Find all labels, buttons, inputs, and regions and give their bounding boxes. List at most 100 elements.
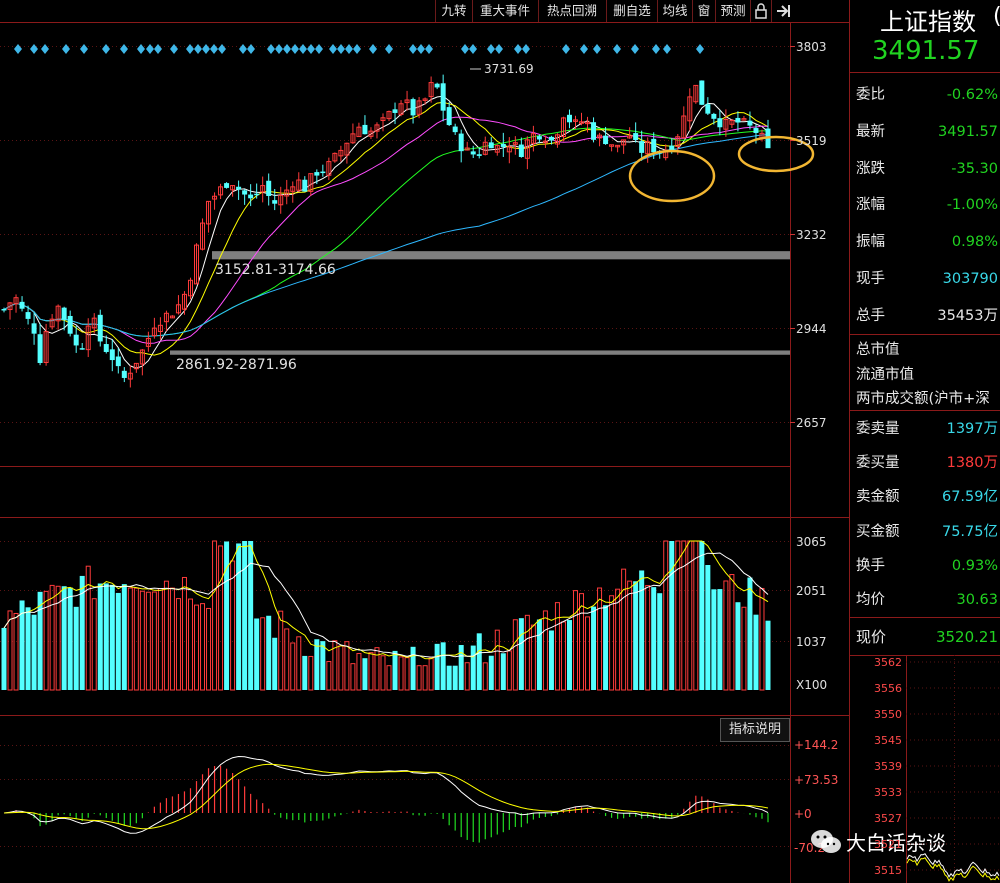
volume-bar — [717, 589, 723, 690]
support-label-upper: 3152.81-3174.66 — [215, 262, 336, 278]
volume-bar — [169, 587, 175, 691]
candle — [37, 323, 43, 366]
volume-bar — [410, 646, 416, 690]
candle — [169, 315, 175, 319]
lock-icon[interactable] — [750, 0, 771, 22]
toolbar-btn-jiuzhuan[interactable]: 九转 — [435, 0, 472, 22]
volume-bar — [566, 620, 572, 690]
volume-bar — [518, 618, 524, 690]
intraday-mini-chart[interactable]: 3562 3556 3550 3545 3539 3533 3527 3521 3515 — [850, 655, 1000, 883]
candle — [530, 125, 536, 152]
signal-diamond — [239, 44, 247, 54]
peak-label: 3731.69 — [484, 62, 534, 76]
volume-bar — [615, 588, 621, 691]
volume-bar — [302, 655, 308, 690]
candle — [627, 127, 633, 139]
candle — [200, 218, 206, 251]
toolbar-btn-major-events[interactable]: 重大事件 — [472, 0, 537, 22]
quote-row-label: 振幅 — [856, 234, 885, 251]
candle — [278, 186, 284, 214]
volume-bar — [73, 606, 79, 690]
signal-diamond — [514, 44, 522, 54]
indicator-help-button[interactable]: 指标说明 — [720, 718, 790, 742]
kline-chart[interactable]: 3731.69 3152.81-3174.66 2861.92-2871.96 … — [0, 0, 850, 883]
volume-bar — [61, 586, 67, 690]
quote-row-label: 卖金额 — [856, 489, 900, 506]
signal-diamond — [425, 44, 433, 54]
candle — [356, 122, 362, 138]
volume-bar — [115, 592, 121, 690]
volume-bar — [260, 617, 266, 691]
quote-row-value: -35.30 — [951, 160, 998, 177]
quote-row: 总手 35453万 — [850, 299, 1000, 334]
volume-bar — [139, 590, 145, 691]
quote-row: 振幅 0.98% — [850, 225, 1000, 260]
quote-row-value: 75.75亿 — [941, 523, 998, 540]
toolbar-btn-moving-average[interactable]: 均线 — [657, 0, 692, 22]
volume-bar — [458, 645, 464, 690]
volume-bar — [428, 657, 434, 691]
candle — [404, 90, 410, 111]
volume-bar — [753, 614, 759, 690]
support-band-upper — [212, 251, 790, 260]
candle — [747, 111, 753, 130]
volume-bar — [67, 587, 73, 690]
candle — [422, 97, 428, 105]
volume-bar — [362, 658, 368, 690]
volume-bar — [609, 595, 615, 691]
volume-bar — [759, 587, 765, 691]
toolbar-btn-hotspot-review[interactable]: 热点回溯 — [538, 0, 605, 22]
candle — [296, 172, 302, 193]
candle — [284, 179, 290, 205]
quote-plain-row: 流通市值 — [856, 366, 914, 383]
expand-arrow-icon[interactable] — [771, 0, 794, 22]
volume-bar — [194, 604, 200, 691]
quote-row-label: 涨幅 — [856, 197, 885, 214]
candlesticks — [1, 74, 771, 388]
volume-bar — [434, 643, 440, 690]
volume-bar — [681, 540, 687, 691]
toolbar-btn-forecast[interactable]: 预测 — [715, 0, 750, 22]
candle — [145, 331, 151, 352]
volume-bar — [374, 647, 380, 691]
candle — [187, 277, 193, 300]
candle — [242, 188, 248, 205]
signal-diamond — [461, 44, 469, 54]
volume-bar — [440, 642, 446, 690]
volume-bar — [212, 540, 218, 691]
quote-row-label: 均价 — [856, 592, 885, 608]
volume-bar — [296, 636, 302, 691]
macd-tick-0: +144.2 — [794, 738, 838, 752]
quote-row: 现手 303790 — [850, 262, 1000, 297]
signal-diamond — [202, 44, 210, 54]
candle — [206, 200, 212, 233]
volume-bar — [729, 574, 735, 691]
signal-diamond — [14, 44, 22, 54]
volume-bar — [741, 606, 747, 691]
toolbar-btn-remove-watchlist[interactable]: 删自选 — [606, 0, 657, 22]
volume-bar — [133, 587, 139, 691]
candle — [266, 173, 272, 206]
quote-row-value: -0.62% — [946, 87, 998, 103]
candle — [717, 110, 723, 136]
volume-bar — [404, 657, 410, 691]
volume-bar — [416, 665, 422, 691]
volume-bar — [272, 637, 278, 690]
volume-bar — [446, 665, 452, 690]
candle — [109, 339, 115, 372]
toolbar-btn-window[interactable]: 窗 — [692, 0, 715, 22]
signal-diamond — [41, 44, 49, 54]
quote-row: 卖金额 67.59亿 — [850, 480, 1000, 515]
candle — [494, 144, 500, 156]
signal-diamond — [353, 44, 361, 54]
candle — [458, 129, 464, 163]
candle — [55, 304, 61, 330]
volume-bar — [13, 612, 19, 691]
volume-bars — [1, 540, 771, 691]
quote-row-label: 最新 — [856, 123, 885, 140]
quote-row-value: 67.59亿 — [941, 489, 998, 506]
volume-bar — [422, 665, 428, 691]
volume-bar — [236, 543, 242, 690]
volume-bar — [452, 665, 458, 690]
candle — [615, 144, 621, 153]
